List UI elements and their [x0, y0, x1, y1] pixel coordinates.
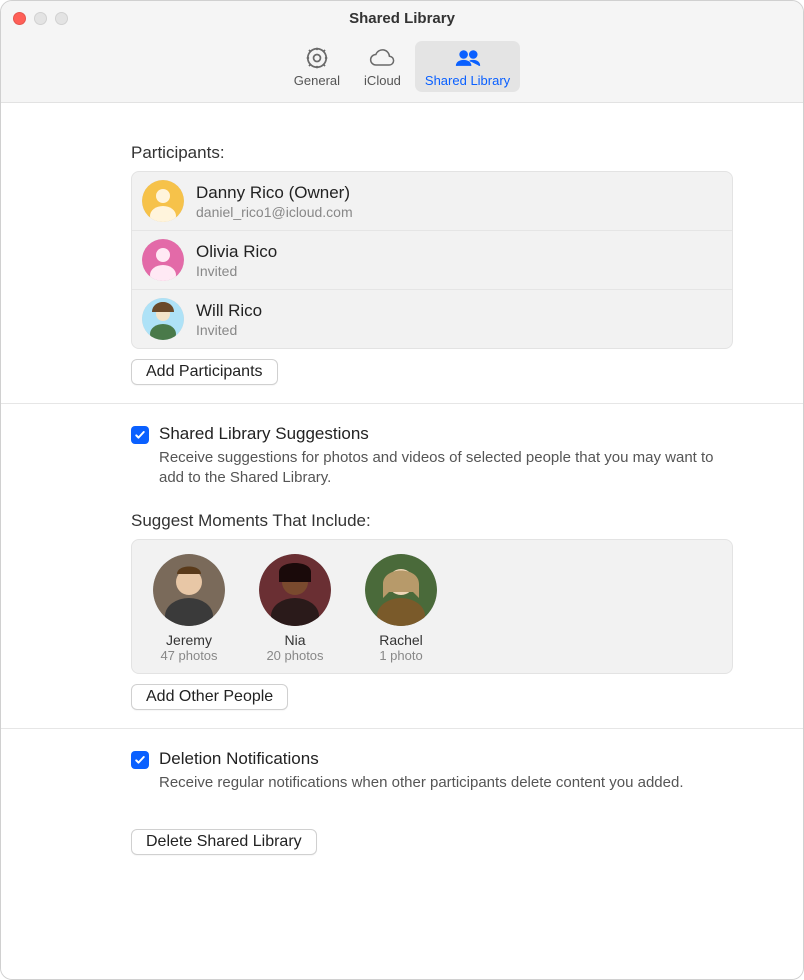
person-face-icon [259, 554, 331, 626]
deletion-notifications-checkbox[interactable] [131, 751, 149, 769]
participants-heading: Participants: [131, 143, 733, 163]
participants-list: Danny Rico (Owner) daniel_rico1@icloud.c… [131, 171, 733, 349]
participant-name: Will Rico [196, 301, 262, 321]
suggestions-section: Shared Library Suggestions Receive sugge… [1, 403, 803, 728]
deletion-checkbox-label: Deletion Notifications [159, 749, 684, 769]
tab-icloud[interactable]: iCloud [354, 41, 411, 92]
person-face-icon [153, 554, 225, 626]
participant-sub: daniel_rico1@icloud.com [196, 204, 353, 220]
content-area: Participants: Danny Rico (Owner) daniel_… [1, 103, 803, 979]
add-other-people-button[interactable]: Add Other People [131, 684, 288, 710]
person-name: Nia [284, 632, 305, 648]
suggestions-checkbox-label: Shared Library Suggestions [159, 424, 733, 444]
avatar [142, 180, 184, 222]
suggestions-checkbox[interactable] [131, 426, 149, 444]
participant-name: Olivia Rico [196, 242, 277, 262]
gear-icon [303, 45, 331, 71]
person-name: Rachel [379, 632, 423, 648]
deletion-section: Deletion Notifications Receive regular n… [1, 728, 803, 873]
participants-section: Participants: Danny Rico (Owner) daniel_… [1, 123, 803, 403]
window-title: Shared Library [1, 10, 803, 27]
suggested-person[interactable]: Jeremy 47 photos [146, 554, 232, 663]
participant-name: Danny Rico (Owner) [196, 183, 353, 203]
tab-label-shared-library: Shared Library [425, 73, 510, 88]
suggested-person[interactable]: Nia 20 photos [252, 554, 338, 663]
person-name: Jeremy [166, 632, 212, 648]
suggested-person[interactable]: Rachel 1 photo [358, 554, 444, 663]
participant-sub: Invited [196, 322, 262, 338]
participant-sub: Invited [196, 263, 277, 279]
tab-label-icloud: iCloud [364, 73, 401, 88]
person-count: 1 photo [379, 648, 422, 663]
tab-shared-library[interactable]: Shared Library [415, 41, 520, 92]
avatar [142, 298, 184, 340]
participant-row[interactable]: Danny Rico (Owner) daniel_rico1@icloud.c… [132, 172, 732, 230]
people-icon [454, 45, 482, 71]
delete-shared-library-button[interactable]: Delete Shared Library [131, 829, 317, 855]
moments-heading: Suggest Moments That Include: [131, 511, 733, 531]
preferences-window: Shared Library General iCloud [0, 0, 804, 980]
person-count: 47 photos [160, 648, 217, 663]
deletion-description: Receive regular notifications when other… [159, 773, 684, 793]
person-face-icon [365, 554, 437, 626]
add-participants-button[interactable]: Add Participants [131, 359, 278, 385]
participant-row[interactable]: Will Rico Invited [132, 289, 732, 348]
cloud-icon [368, 45, 396, 71]
person-count: 20 photos [266, 648, 323, 663]
preferences-tabs: General iCloud Shared Library [1, 35, 803, 103]
suggestions-description: Receive suggestions for photos and video… [159, 448, 733, 489]
titlebar: Shared Library [1, 1, 803, 35]
tab-general[interactable]: General [284, 41, 350, 92]
suggested-people-list: Jeremy 47 photos Nia 20 photos Rachel 1 … [131, 539, 733, 674]
avatar [142, 239, 184, 281]
tab-label-general: General [294, 73, 340, 88]
participant-row[interactable]: Olivia Rico Invited [132, 230, 732, 289]
